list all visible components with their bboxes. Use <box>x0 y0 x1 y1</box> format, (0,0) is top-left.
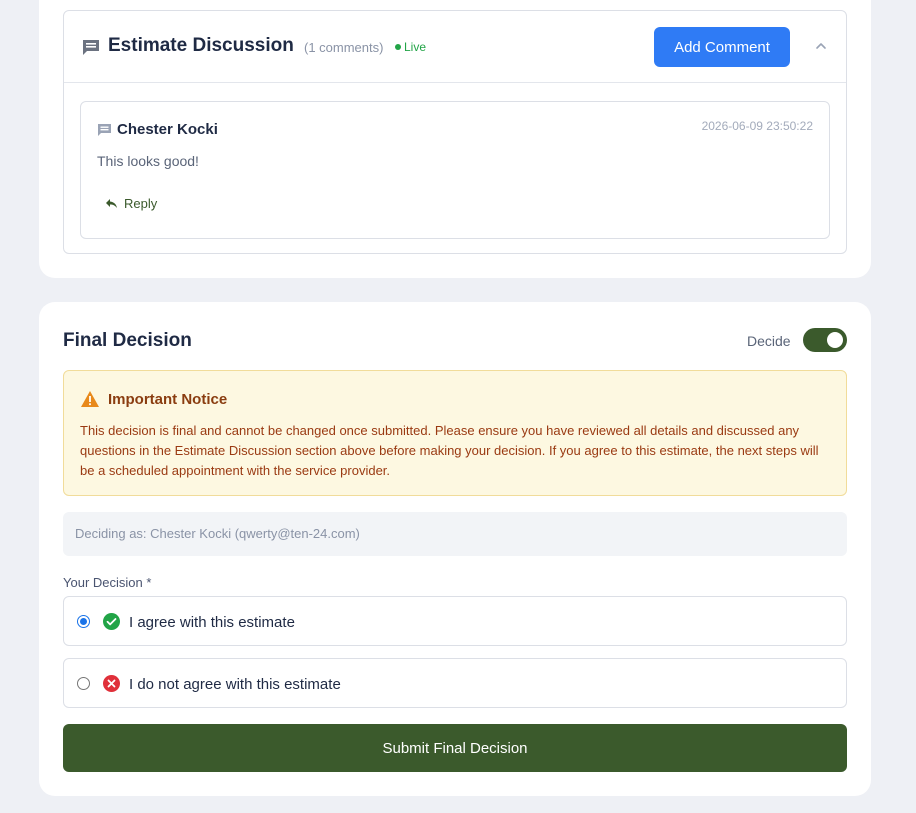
chevron-up-icon[interactable] <box>814 39 828 53</box>
final-decision-title: Final Decision <box>63 330 192 351</box>
comment-icon <box>83 40 99 55</box>
notice-title: Important Notice <box>108 391 228 408</box>
comment-text: This looks good! <box>97 153 199 169</box>
comment-item: Chester Kocki 2026-06-09 23:50:22 This l… <box>80 101 830 239</box>
live-dot-icon <box>395 43 401 50</box>
reply-button[interactable]: Reply <box>105 196 157 211</box>
decide-label: Decide <box>747 333 791 349</box>
live-label: Live <box>404 40 427 54</box>
warning-icon <box>81 391 99 407</box>
deciding-as-field: Deciding as: Chester Kocki (qwerty@ten-2… <box>63 512 847 556</box>
toggle-knob <box>827 332 843 348</box>
discussion-header: Estimate Discussion (1 comments) Live Ad… <box>64 11 846 83</box>
deciding-as-value: Chester Kocki (qwerty@ten-24.com) <box>150 526 360 541</box>
reply-label: Reply <box>124 196 158 211</box>
comment-icon <box>98 124 111 136</box>
discussion-panel: Estimate Discussion (1 comments) Live Ad… <box>63 10 847 254</box>
option-agree[interactable]: I agree with this estimate <box>63 596 847 646</box>
option-disagree[interactable]: I do not agree with this estimate <box>63 658 847 708</box>
submit-decision-button[interactable]: Submit Final Decision <box>63 724 847 772</box>
important-notice: Important Notice This decision is final … <box>63 370 847 496</box>
comment-count: (1 comments) <box>304 40 384 55</box>
live-indicator: Live <box>395 40 426 54</box>
final-decision-card: Final Decision Decide Important Notice T… <box>39 302 871 796</box>
comment-author: Chester Kocki <box>117 121 218 138</box>
disagree-radio[interactable] <box>77 677 90 690</box>
discussion-title: Estimate Discussion <box>108 35 294 56</box>
option-disagree-label: I do not agree with this estimate <box>129 676 341 693</box>
notice-body: This decision is final and cannot be cha… <box>80 423 819 478</box>
add-comment-button[interactable]: Add Comment <box>654 27 790 67</box>
option-agree-label: I agree with this estimate <box>129 614 295 631</box>
check-circle-icon <box>103 613 120 630</box>
deciding-as-label: Deciding as: <box>75 526 147 541</box>
agree-radio[interactable] <box>77 615 90 628</box>
decide-toggle[interactable] <box>803 328 847 352</box>
your-decision-label: Your Decision * <box>63 575 152 590</box>
discussion-card: Estimate Discussion (1 comments) Live Ad… <box>39 0 871 278</box>
comment-timestamp: 2026-06-09 23:50:22 <box>701 119 813 133</box>
reply-icon <box>106 199 117 208</box>
x-circle-icon <box>103 675 120 692</box>
